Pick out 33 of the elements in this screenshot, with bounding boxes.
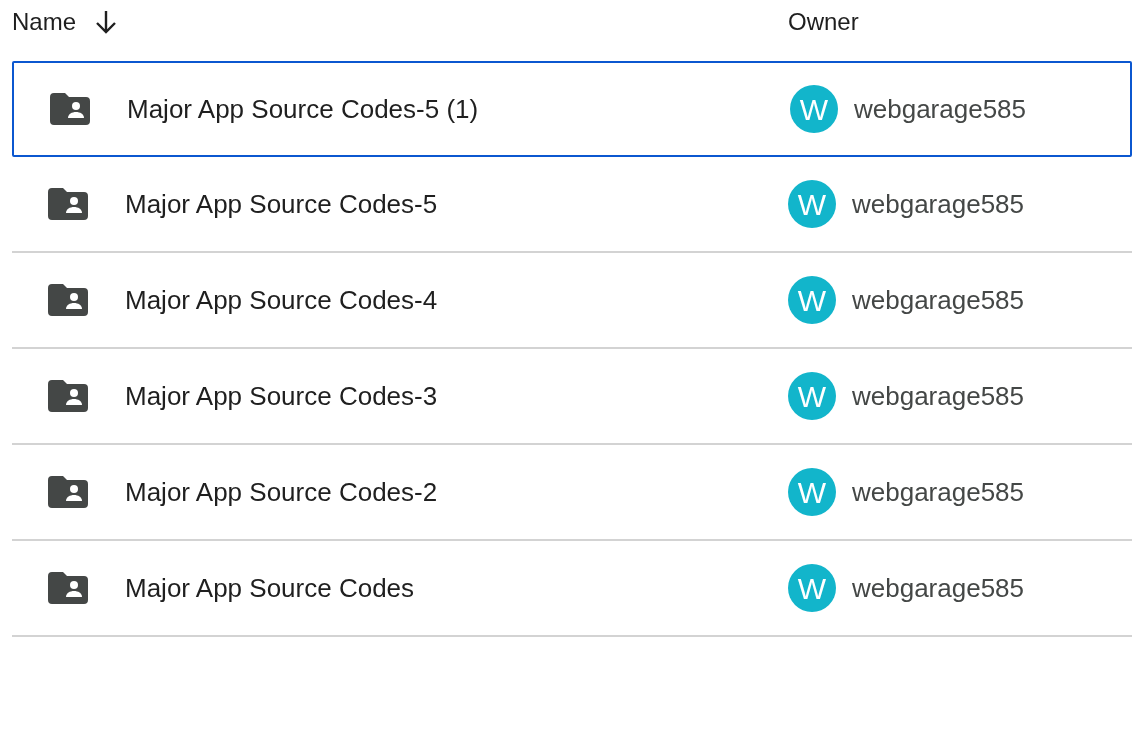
shared-folder-icon xyxy=(48,476,88,508)
owner-name: webgarage585 xyxy=(852,475,1025,509)
folder-name: Major App Source Codes xyxy=(125,571,415,605)
folder-name: Major App Source Codes-5 (1) xyxy=(127,92,479,126)
folder-name: Major App Source Codes-5 xyxy=(125,187,438,221)
file-row[interactable]: Major App Source Codes-5 W webgarage585 xyxy=(12,157,1132,253)
avatar: W xyxy=(788,372,836,420)
avatar: W xyxy=(788,564,836,612)
shared-folder-icon xyxy=(48,572,88,604)
owner-name: webgarage585 xyxy=(852,571,1025,605)
avatar: W xyxy=(788,180,836,228)
column-header[interactable]: Owner xyxy=(788,4,859,40)
shared-folder-icon xyxy=(48,188,88,220)
shared-folder-icon xyxy=(48,380,88,412)
column-header[interactable]: Name xyxy=(12,4,77,40)
file-row[interactable]: Major App Source Codes-3 W webgarage585 xyxy=(12,349,1132,445)
file-row[interactable]: Major App Source Codes-5 (1) W webgarage585 xyxy=(12,61,1132,157)
owner-name: webgarage585 xyxy=(854,92,1027,126)
folder-name: Major App Source Codes-2 xyxy=(125,475,438,509)
sort-arrow-icon[interactable] xyxy=(94,9,119,35)
avatar: W xyxy=(788,276,836,324)
file-row[interactable]: Major App Source Codes-2 W webgarage585 xyxy=(12,445,1132,541)
folder-name: Major App Source Codes-4 xyxy=(125,283,438,317)
owner-name: webgarage585 xyxy=(852,379,1025,413)
owner-name: webgarage585 xyxy=(852,187,1025,221)
folder-name: Major App Source Codes-3 xyxy=(125,379,438,413)
shared-folder-icon xyxy=(48,284,88,316)
file-row[interactable]: Major App Source Codes-4 W webgarage585 xyxy=(12,253,1132,349)
avatar: W xyxy=(788,468,836,516)
shared-folder-icon xyxy=(50,93,90,125)
file-row[interactable]: Major App Source Codes W webgarage585 xyxy=(12,541,1132,637)
owner-name: webgarage585 xyxy=(852,283,1025,317)
avatar: W xyxy=(790,85,838,133)
